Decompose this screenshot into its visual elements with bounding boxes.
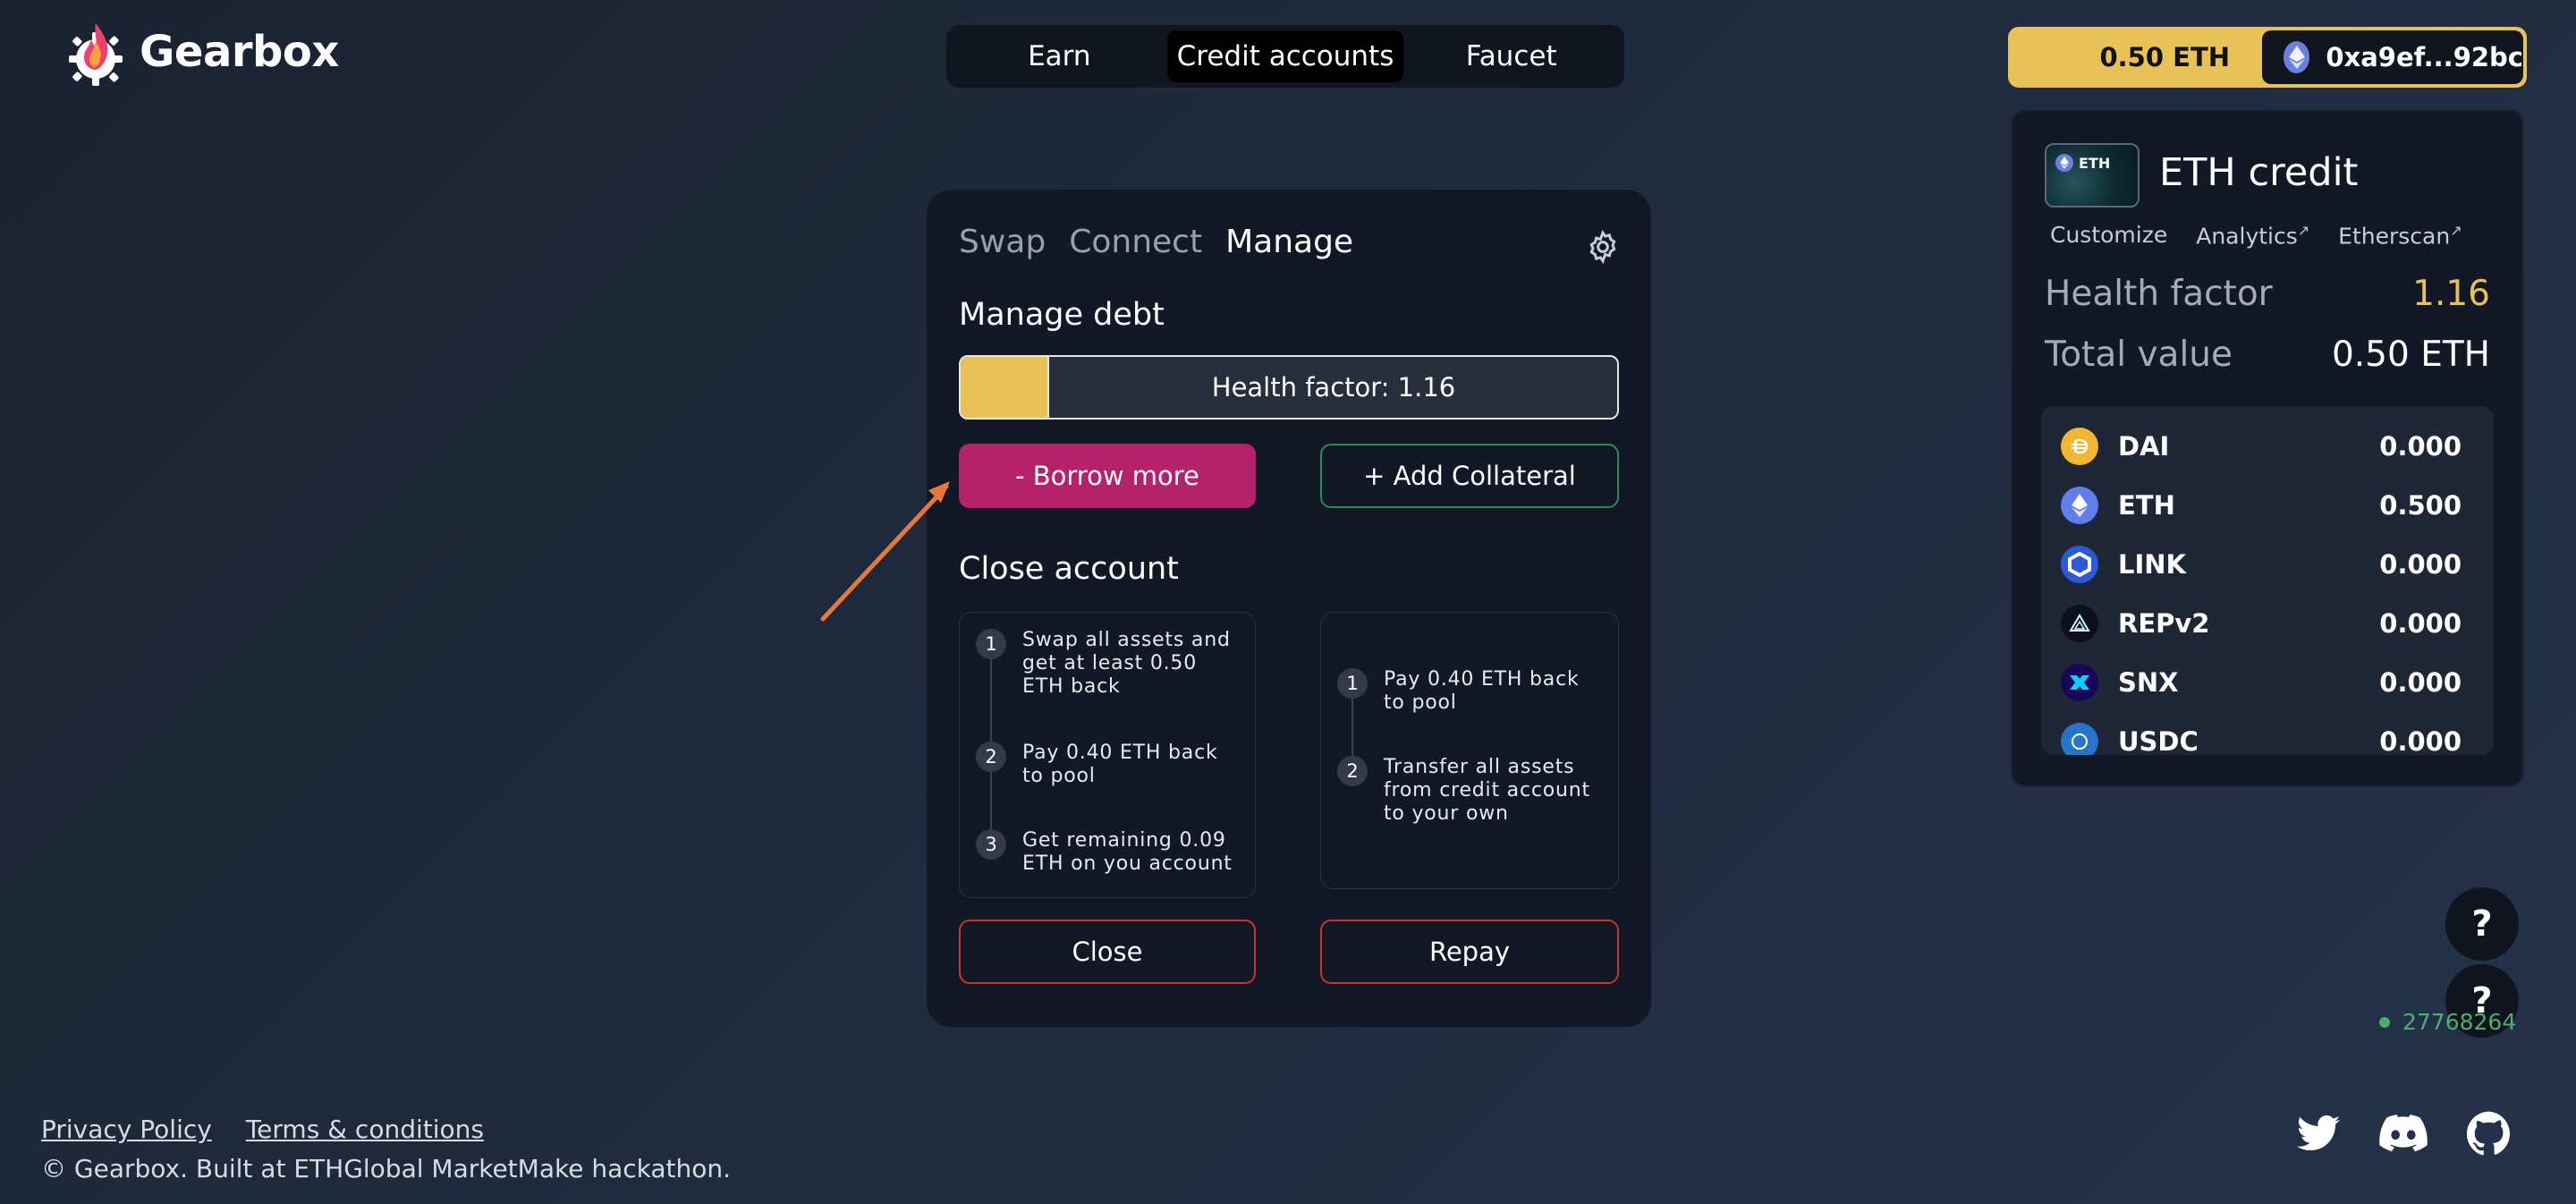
list-item: USDC 0.000: [2061, 721, 2462, 755]
close-step: 2 Pay 0.40 ETH back to pool: [976, 742, 1241, 788]
token-list[interactable]: DAI 0.000 ETH 0.500 LINK 0.000 REPv2 0.0…: [2041, 406, 2494, 755]
wallet-widget[interactable]: 0.50 ETH 0xa9ef...92bc: [2008, 27, 2527, 88]
token-amount: 0.500: [2379, 490, 2462, 521]
tab-swap[interactable]: Swap: [959, 224, 1046, 260]
ethereum-icon: [2284, 41, 2310, 73]
close-step: 1 Swap all assets and get at least 0.50 …: [976, 629, 1241, 699]
synthetix-icon: [2061, 664, 2098, 701]
close-account-title: Close account: [959, 551, 1179, 587]
step-text: Pay 0.40 ETH back to pool: [1022, 742, 1218, 787]
usdc-icon: [2061, 723, 2098, 755]
list-item: SNX 0.000: [2061, 662, 2462, 703]
step-number: 3: [976, 829, 1006, 860]
tab-manage[interactable]: Manage: [1225, 224, 1353, 260]
health-factor-bar: Health factor: 1.16: [959, 355, 1619, 420]
wallet-address: 0xa9ef...92bc: [2326, 42, 2523, 72]
github-icon[interactable]: [2467, 1111, 2512, 1156]
social-links: [2297, 1111, 2512, 1156]
token-symbol: SNX: [2118, 667, 2179, 698]
total-value-label: Total value: [2045, 335, 2233, 375]
wallet-address-button[interactable]: 0xa9ef...92bc: [2262, 30, 2523, 84]
token-symbol: REPv2: [2118, 608, 2210, 639]
step-number: 1: [1337, 668, 1368, 699]
block-number-indicator: 27768264: [2379, 1009, 2516, 1035]
health-factor-fill: [961, 357, 1050, 418]
tab-earn[interactable]: Earn: [952, 30, 1167, 82]
manage-panel: Swap Connect Manage Manage debt Health f…: [927, 190, 1651, 1027]
token-amount: 0.000: [2379, 431, 2462, 462]
chainlink-icon: [2061, 546, 2098, 583]
repay-steps-box: 1 Pay 0.40 ETH back to pool 2 Transfer a…: [1320, 612, 1619, 889]
etherscan-link[interactable]: Etherscan↗: [2338, 222, 2462, 249]
external-link-icon: ↗: [2297, 222, 2310, 239]
privacy-policy-link[interactable]: Privacy Policy: [41, 1115, 212, 1144]
logo[interactable]: Gearbox: [66, 18, 339, 86]
tab-connect[interactable]: Connect: [1069, 224, 1202, 260]
token-amount: 0.000: [2379, 667, 2462, 698]
thumbnail-label: ETH: [2079, 154, 2111, 172]
token-symbol: DAI: [2118, 431, 2170, 462]
token-symbol: ETH: [2118, 490, 2175, 521]
gearbox-logo-icon: [69, 23, 123, 86]
add-collateral-button[interactable]: + Add Collateral: [1320, 444, 1619, 508]
close-button[interactable]: Close: [959, 920, 1256, 984]
health-factor-label: Health factor: [2045, 274, 2273, 314]
step-number: 1: [976, 629, 1006, 659]
token-symbol: LINK: [2118, 549, 2187, 580]
repay-step: 1 Pay 0.40 ETH back to pool: [1337, 668, 1604, 715]
repay-button[interactable]: Repay: [1320, 920, 1619, 984]
list-item: ETH 0.500: [2061, 485, 2462, 526]
copyright-text: © Gearbox. Built at ETHGlobal MarketMake…: [41, 1154, 731, 1183]
tab-faucet[interactable]: Faucet: [1403, 30, 1619, 82]
step-number: 2: [976, 742, 1006, 772]
ethereum-icon: [2055, 154, 2073, 172]
help-button[interactable]: ?: [2445, 887, 2519, 961]
list-item: REPv2 0.000: [2061, 603, 2462, 644]
account-links: Customize Analytics↗ Etherscan↗: [2050, 222, 2462, 249]
step-text: Transfer all assets from credit account …: [1384, 756, 1590, 825]
token-amount: 0.000: [2379, 549, 2462, 580]
wallet-balance: 0.50 ETH: [2099, 42, 2230, 72]
step-number: 2: [1337, 756, 1368, 786]
health-factor-row: Health factor 1.16: [2045, 274, 2490, 314]
total-value-row: Total value 0.50 ETH: [2045, 335, 2490, 375]
footer-links: Privacy Policy Terms & conditions: [41, 1115, 484, 1144]
augur-icon: [2061, 605, 2098, 642]
token-amount: 0.000: [2379, 608, 2462, 639]
list-item: LINK 0.000: [2061, 544, 2462, 585]
dai-icon: [2061, 428, 2098, 465]
account-title: ETH credit: [2159, 150, 2359, 195]
external-link-icon: ↗: [2450, 222, 2462, 239]
status-dot-icon: [2379, 1016, 2390, 1028]
main-nav: Earn Credit accounts Faucet: [946, 25, 1624, 88]
close-steps-box: 1 Swap all assets and get at least 0.50 …: [959, 612, 1256, 898]
step-text: Pay 0.40 ETH back to pool: [1384, 668, 1580, 714]
close-step: 3 Get remaining 0.09 ETH on you account: [976, 829, 1241, 876]
ethereum-icon: [2061, 487, 2098, 524]
step-text: Swap all assets and get at least 0.50 ET…: [1022, 629, 1231, 698]
manage-debt-title: Manage debt: [959, 297, 1165, 333]
total-value-value: 0.50 ETH: [2331, 335, 2490, 375]
discord-icon[interactable]: [2379, 1115, 2428, 1152]
account-thumbnail: ETH: [2045, 143, 2140, 208]
health-factor-value: 1.16: [2412, 274, 2490, 314]
analytics-link[interactable]: Analytics↗: [2196, 222, 2309, 249]
credit-account-card: ETH ETH credit Customize Analytics↗ Ethe…: [2011, 109, 2524, 787]
step-text: Get remaining 0.09 ETH on you account: [1022, 829, 1233, 875]
terms-link[interactable]: Terms & conditions: [246, 1115, 484, 1144]
settings-gear-icon[interactable]: [1585, 229, 1621, 265]
twitter-icon[interactable]: [2297, 1115, 2340, 1151]
health-factor-bar-label: Health factor: 1.16: [1211, 372, 1456, 403]
list-item: DAI 0.000: [2061, 426, 2462, 467]
brand-name: Gearbox: [140, 27, 339, 77]
token-symbol: USDC: [2118, 726, 2199, 755]
borrow-more-button[interactable]: - Borrow more: [959, 444, 1256, 508]
customize-link[interactable]: Customize: [2050, 222, 2167, 249]
tab-credit-accounts[interactable]: Credit accounts: [1166, 30, 1404, 82]
repay-step: 2 Transfer all assets from credit accoun…: [1337, 756, 1604, 826]
token-amount: 0.000: [2379, 726, 2462, 755]
annotation-arrow-icon: [820, 481, 950, 622]
panel-tabs: Swap Connect Manage: [959, 224, 1353, 260]
block-number: 27768264: [2402, 1009, 2517, 1035]
